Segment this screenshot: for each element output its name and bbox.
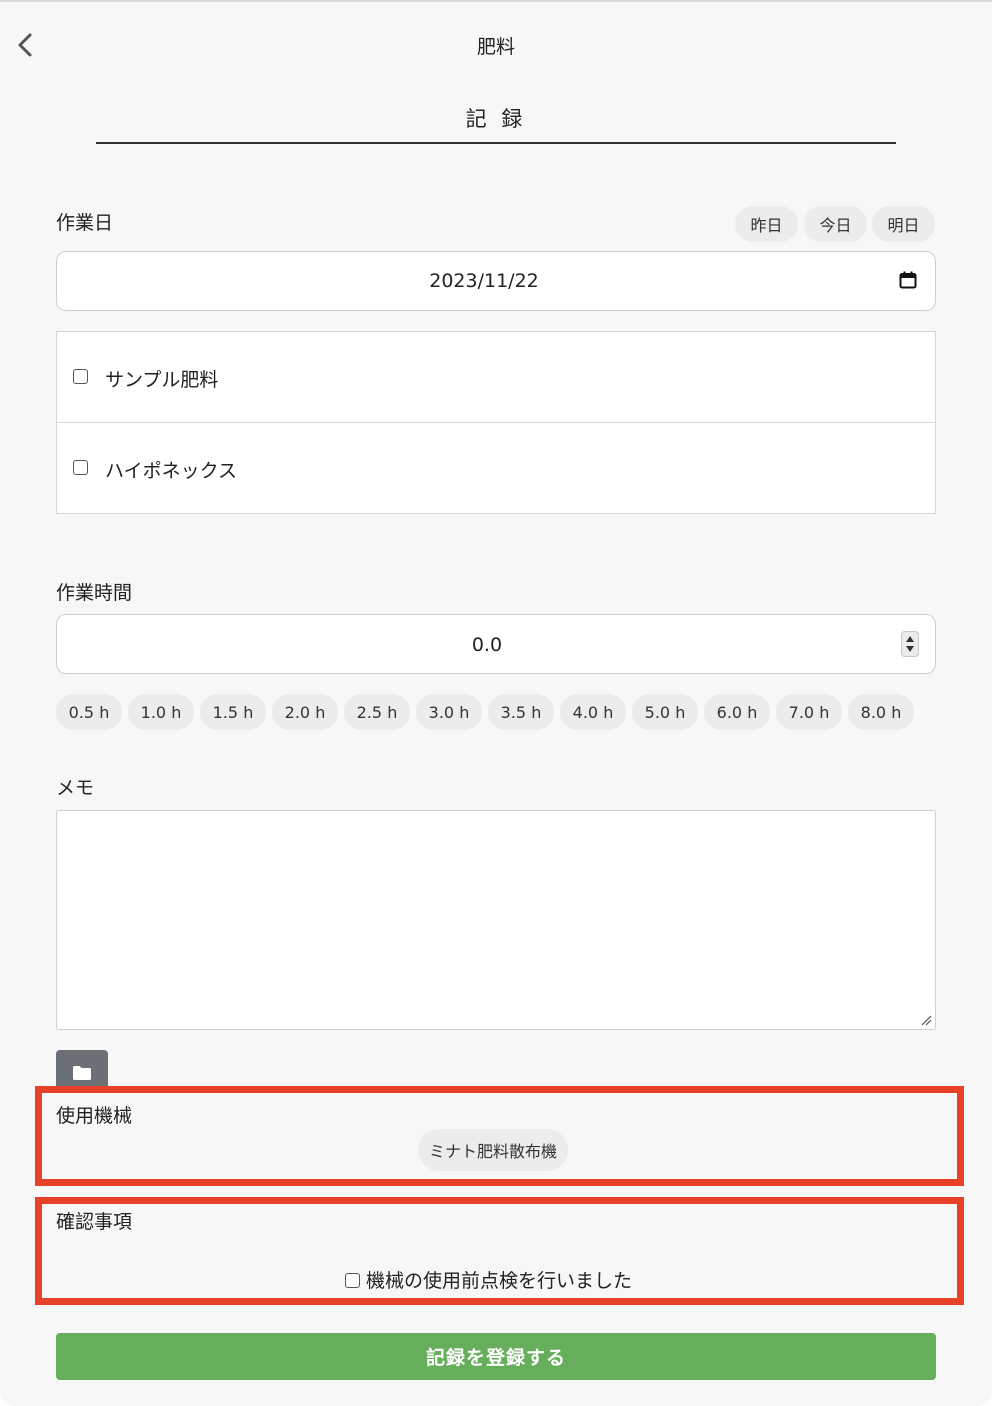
fertilizer-name: サンプル肥料 <box>105 369 219 391</box>
page-title: 肥料 <box>476 36 515 58</box>
tab-record[interactable]: 記 録 <box>0 103 992 133</box>
list-item[interactable]: サンプル肥料 <box>57 332 935 423</box>
inspection-checkbox[interactable] <box>345 1273 360 1288</box>
memo-textarea[interactable] <box>56 810 936 1030</box>
fertilizer-list: サンプル肥料 ハイポネックス <box>56 331 936 514</box>
number-stepper[interactable] <box>901 631 919 657</box>
folder-icon <box>73 1066 91 1080</box>
preset-5-0h-button[interactable]: 5.0 h <box>632 694 698 730</box>
submit-record-button[interactable]: 記録を登録する <box>56 1333 936 1380</box>
preset-7-0h-button[interactable]: 7.0 h <box>776 694 842 730</box>
resize-handle-icon[interactable] <box>920 1014 932 1026</box>
preset-2-0h-button[interactable]: 2.0 h <box>272 694 338 730</box>
fertilizer-name: ハイポネックス <box>105 460 238 482</box>
preset-8-0h-button[interactable]: 8.0 h <box>848 694 914 730</box>
preset-3-0h-button[interactable]: 3.0 h <box>416 694 482 730</box>
work-time-value: 0.0 <box>471 634 503 656</box>
list-item[interactable]: ハイポネックス <box>57 423 935 514</box>
tab-underline <box>96 142 896 144</box>
memo-label: メモ <box>56 777 95 799</box>
work-time-input[interactable]: 0.0 <box>56 614 936 674</box>
preset-1-0h-button[interactable]: 1.0 h <box>128 694 194 730</box>
work-time-label: 作業時間 <box>56 582 133 604</box>
inspection-label: 機械の使用前点検を行いました <box>366 1270 633 1292</box>
confirmation-label: 確認事項 <box>56 1211 133 1233</box>
preset-2-5h-button[interactable]: 2.5 h <box>344 694 410 730</box>
preset-6-0h-button[interactable]: 6.0 h <box>704 694 770 730</box>
fertilizer-checkbox[interactable] <box>73 369 88 384</box>
machine-minato-spreader-button[interactable]: ミナト肥料散布機 <box>418 1129 568 1171</box>
app-screen: 肥料 記 録 作業日 昨日 今日 明日 2023/11/22 サンプル肥料 ハイ… <box>0 0 992 1406</box>
preset-4-0h-button[interactable]: 4.0 h <box>560 694 626 730</box>
inspection-checkbox-row[interactable]: 機械の使用前点検を行いました <box>345 1266 632 1293</box>
work-date-input[interactable]: 2023/11/22 <box>56 251 936 311</box>
fertilizer-checkbox[interactable] <box>73 460 88 475</box>
machinery-label: 使用機械 <box>56 1105 133 1127</box>
preset-3-5h-button[interactable]: 3.5 h <box>488 694 554 730</box>
yesterday-button[interactable]: 昨日 <box>735 206 798 242</box>
tomorrow-button[interactable]: 明日 <box>872 206 935 242</box>
preset-0-5h-button[interactable]: 0.5 h <box>56 694 122 730</box>
work-date-value: 2023/11/22 <box>429 270 539 292</box>
today-button[interactable]: 今日 <box>804 206 867 242</box>
attach-file-button[interactable] <box>56 1050 108 1090</box>
work-date-label: 作業日 <box>56 212 114 234</box>
calendar-icon[interactable] <box>899 271 917 289</box>
preset-1-5h-button[interactable]: 1.5 h <box>200 694 266 730</box>
